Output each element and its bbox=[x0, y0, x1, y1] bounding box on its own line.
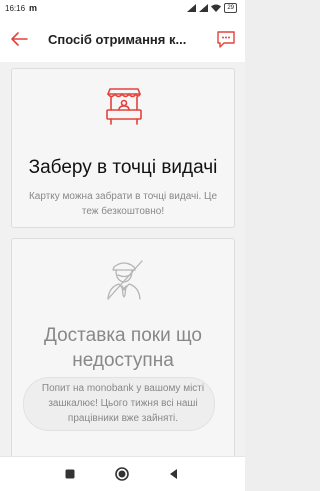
back-triangle-icon[interactable] bbox=[166, 466, 182, 482]
option-card-pickup[interactable]: Заберу в точці видачі Картку можна забра… bbox=[11, 68, 235, 228]
battery-icon: 29 bbox=[224, 3, 237, 13]
option-title: Доставка поки що недоступна bbox=[44, 325, 202, 371]
chat-icon[interactable] bbox=[215, 28, 237, 50]
arrow-left-icon[interactable] bbox=[8, 28, 30, 50]
pickup-kiosk-icon bbox=[106, 88, 142, 125]
option-card-delivery: Доставка поки що недоступна Попит на mon… bbox=[11, 238, 235, 460]
carrier-logo: m bbox=[29, 3, 38, 13]
option-title: Заберу в точці видачі bbox=[28, 157, 218, 178]
option-description: Картку можна забрати в точці видачі. Це … bbox=[28, 191, 218, 217]
status-bar: 16:16 m 29 bbox=[0, 0, 245, 18]
wifi-icon bbox=[211, 4, 222, 12]
system-nav-bar bbox=[0, 456, 245, 491]
status-icons: 29 bbox=[187, 3, 237, 13]
signal-icon bbox=[199, 4, 209, 12]
courier-person-icon bbox=[107, 260, 143, 300]
delivery-options: Заберу в точці видачі Картку можна забра… bbox=[0, 62, 245, 460]
app-bar: Спосіб отримання к... bbox=[0, 18, 245, 62]
recent-apps-icon[interactable] bbox=[62, 466, 78, 482]
signal-icon bbox=[187, 4, 197, 12]
page-title: Спосіб отримання к... bbox=[48, 32, 187, 47]
status-time: 16:16 bbox=[5, 4, 26, 13]
home-icon[interactable] bbox=[114, 466, 130, 482]
option-description: Попит на monobank у вашому місті зашкалю… bbox=[41, 383, 205, 424]
